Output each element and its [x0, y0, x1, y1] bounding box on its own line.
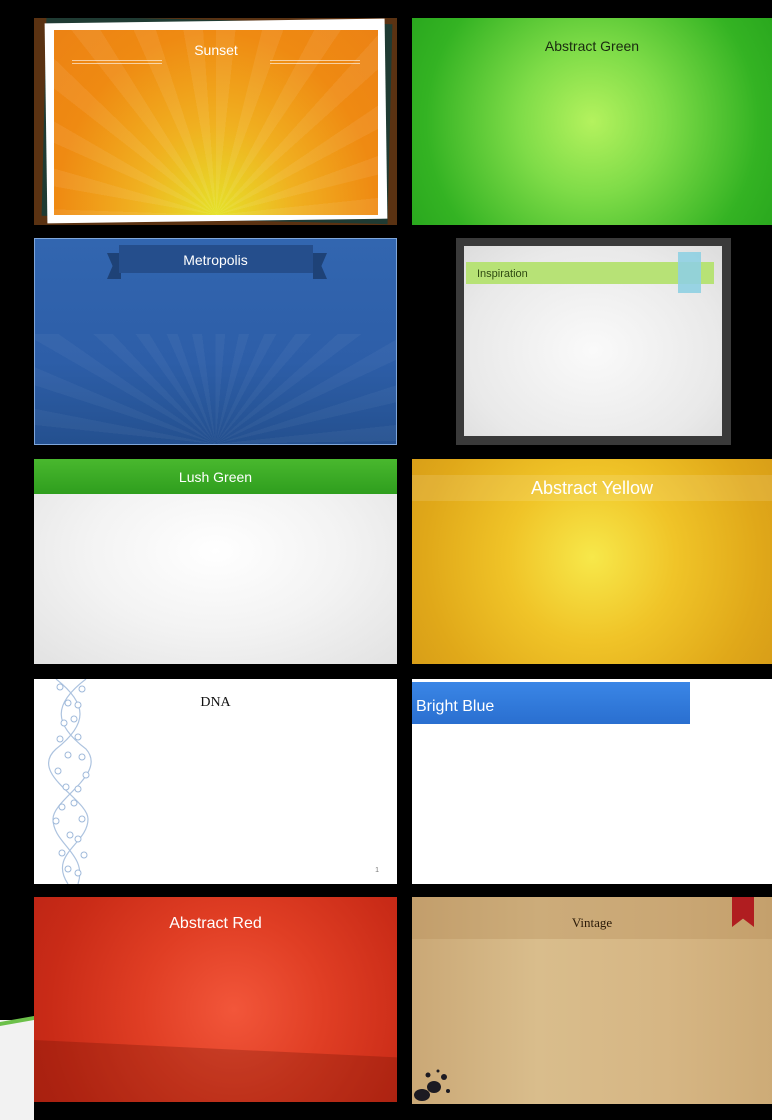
theme-title: Inspiration	[477, 268, 528, 280]
theme-title: Lush Green	[178, 469, 253, 485]
theme-tile-abstract-red[interactable]: Abstract Red	[34, 897, 397, 1102]
theme-tile-sunset[interactable]: Sunset	[34, 18, 397, 225]
theme-tile-abstract-yellow[interactable]: Abstract Yellow	[412, 459, 772, 664]
theme-tile-dna[interactable]: DNA 1	[34, 679, 397, 884]
theme-tile-vintage[interactable]: Vintage	[412, 897, 772, 1104]
theme-title: Abstract Green	[544, 38, 640, 54]
sunset-slide-face: Sunset	[54, 30, 378, 215]
inspiration-paper: Inspiration	[464, 246, 722, 436]
green-swoosh-icon	[0, 1016, 34, 1120]
theme-title: Metropolis	[183, 252, 248, 268]
theme-tile-abstract-green[interactable]: Abstract Green	[412, 18, 772, 225]
bright-blue-title-bar: Bright Blue	[412, 682, 690, 724]
theme-title: Abstract Yellow	[530, 478, 654, 498]
sunset-left-rule	[72, 60, 162, 64]
sunset-right-rule	[270, 60, 360, 64]
ink-blot-icon	[414, 1069, 450, 1101]
theme-title: Abstract Red	[169, 915, 262, 932]
theme-tile-lush-green[interactable]: Lush Green	[34, 459, 397, 664]
theme-title: Sunset	[194, 42, 238, 58]
theme-title: DNA	[200, 695, 231, 710]
page-number: 1	[375, 867, 379, 874]
red-shadow-band	[34, 1040, 397, 1102]
theme-title: Bright Blue	[416, 698, 495, 715]
theme-tile-bright-blue[interactable]: Bright Blue	[412, 679, 772, 884]
tape-strip	[678, 252, 701, 293]
theme-title: Vintage	[571, 915, 613, 930]
theme-tile-metropolis[interactable]: Metropolis	[34, 238, 397, 445]
theme-tile-inspiration[interactable]: Inspiration	[456, 238, 731, 445]
